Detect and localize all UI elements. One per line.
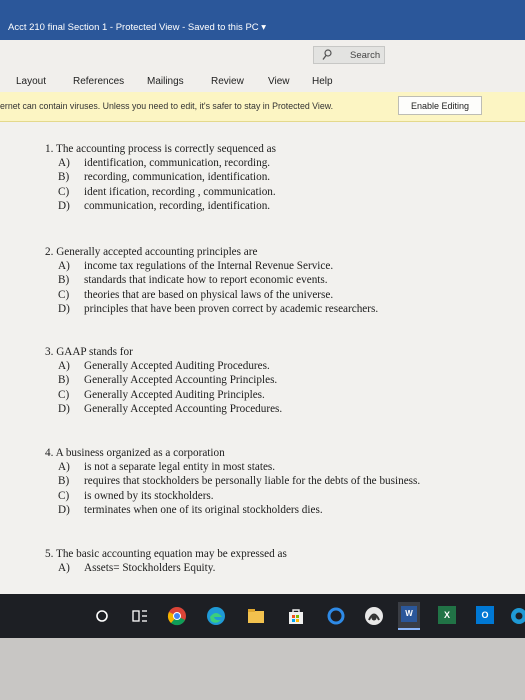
tab-references[interactable]: References [73,76,124,87]
app-icon[interactable] [364,606,384,626]
answer-option: D) terminates when one of its original st… [58,504,323,517]
protected-view-banner: ernet can contain viruses. Unless you ne… [0,92,525,122]
file-explorer-icon[interactable] [246,606,266,626]
question-3: 3. GAAP stands for A) Generally Accepted … [45,346,282,418]
answer-option: A) Generally Accepted Auditing Procedures… [58,360,270,372]
search-label: Search [350,50,381,61]
search-box[interactable]: Search [313,46,385,64]
answer-option: C) ident ification, recording , communica… [58,185,276,198]
word-icon: W [401,606,417,622]
tab-help[interactable]: Help [312,76,333,87]
answer-option: C) Generally Accepted Auditing Principles… [58,388,265,401]
excel-icon[interactable]: X [438,606,458,626]
outlook-glyph: O [476,606,494,624]
question-stem: 2. Generally accepted accounting princip… [45,246,258,258]
question-stem: 5. The basic accounting equation may be … [45,548,287,560]
taskbar: W X O [0,594,525,638]
answer-option: C) is owned by its stockholders. [58,489,214,502]
tab-review[interactable]: Review [211,76,244,87]
tab-mailings[interactable]: Mailings [147,76,184,87]
question-2: 2. Generally accepted accounting princip… [45,246,378,318]
edge-partial-icon[interactable] [507,606,525,626]
answer-option: D) principles that have been proven corre… [58,303,379,316]
answer-option: A) income tax regulations of the Internal… [58,260,334,272]
answer-option: B) recording, communication, identificati… [58,171,271,184]
protected-view-message: ernet can contain viruses. Unless you ne… [0,101,334,111]
enable-editing-button[interactable]: Enable Editing [398,96,482,115]
active-indicator [398,628,420,630]
answer-option: A) identification, communication, recordi… [58,157,271,169]
cortana-icon[interactable] [92,606,112,626]
store-icon[interactable] [286,606,306,626]
title-bar: Acct 210 final Section 1 - Protected Vie… [0,0,525,40]
document-page: 1. The accounting process is correctly s… [0,122,525,594]
tab-view[interactable]: View [268,76,290,87]
ribbon: Layout References Mailings Review View H… [0,40,525,92]
chrome-icon[interactable] [167,606,187,626]
cortana-ring-icon[interactable] [326,606,346,626]
question-stem: 4. A business organized as a corporation [45,447,225,459]
question-stem: 1. The accounting process is correctly s… [45,143,276,155]
answer-option: A) Assets= Stockholders Equity. [58,562,216,574]
answer-option: B) standards that indicate how to report … [58,274,328,287]
tab-layout[interactable]: Layout [16,76,46,87]
answer-option: D) Generally Accepted Accounting Procedur… [58,403,283,416]
document-area[interactable]: 1. The accounting process is correctly s… [0,122,525,594]
answer-option: B) Generally Accepted Accounting Principl… [58,374,278,387]
answer-option: D) communication, recording, identificati… [58,200,271,213]
search-icon [322,49,332,60]
question-5: 5. The basic accounting equation may be … [45,548,287,576]
question-1: 1. The accounting process is correctly s… [45,143,276,215]
answer-option: B) requires that stockholders be personal… [58,475,421,488]
edge-icon[interactable] [206,606,226,626]
outlook-icon[interactable]: O [476,606,496,626]
laptop-bezel [0,638,525,700]
question-stem: 3. GAAP stands for [45,346,133,358]
task-view-icon[interactable] [130,606,150,626]
question-4: 4. A business organized as a corporation… [45,447,420,519]
word-taskbar-button[interactable]: W [398,602,420,630]
answer-option: A) is not a separate legal entity in most… [58,461,276,473]
document-title[interactable]: Acct 210 final Section 1 - Protected Vie… [8,22,266,33]
answer-option: C) theories that are based on physical la… [58,288,334,301]
excel-glyph: X [438,606,456,624]
